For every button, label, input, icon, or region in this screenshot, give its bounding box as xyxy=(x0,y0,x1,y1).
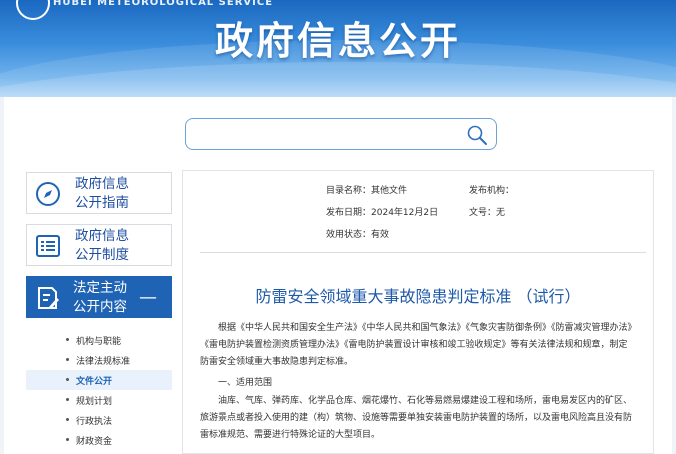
meta-docno: 文号：无 xyxy=(469,205,505,218)
document-title: 防雷安全领域重大事故隐患判定标准 （试行） xyxy=(255,287,581,306)
document-paragraph-scope: 油库、气库、弹药库、化学品仓库、烟花爆竹、石化等易燃易爆建设工程和场所，雷电易发… xyxy=(200,396,633,440)
sidebar-card-label-line1: 政府信息 xyxy=(75,176,129,192)
bullet-icon xyxy=(66,358,69,361)
meta-date: 发布日期：2024年12月2日 xyxy=(326,205,438,218)
bullet-icon xyxy=(66,438,69,441)
search-icon[interactable] xyxy=(466,124,488,146)
meta-date-value: 2024年12月2日 xyxy=(371,208,439,218)
meta-catalog-value: 其他文件 xyxy=(371,186,408,196)
meta-publisher: 发布机构： xyxy=(469,183,514,196)
sidebar-card-statutory-content[interactable]: 法定主动 公开内容 — xyxy=(26,276,172,318)
submenu-item[interactable]: 财政资金 xyxy=(26,430,172,450)
sidebar-card-label-line1: 政府信息 xyxy=(75,228,129,244)
sidebar-card-label-line1: 法定主动 xyxy=(73,280,127,296)
search-box xyxy=(185,118,497,150)
submenu-item-selected[interactable]: 文件公开 xyxy=(26,370,172,390)
submenu-item[interactable]: 机构与职能 xyxy=(26,330,172,350)
submenu-item[interactable]: 行政执法 xyxy=(26,410,172,430)
submenu-item-label: 机构与职能 xyxy=(76,337,122,347)
meta-catalog-label: 目录名称： xyxy=(326,186,372,196)
bullet-icon xyxy=(66,418,69,421)
compass-icon xyxy=(36,182,60,206)
banner-title: 政府信息公开 xyxy=(214,19,461,63)
submenu-item-label: 行政执法 xyxy=(76,417,113,427)
meta-status: 效用状态：有效 xyxy=(326,227,389,240)
submenu-item-label: 财政资金 xyxy=(76,437,113,447)
submenu-item[interactable]: 法律法规标准 xyxy=(26,350,172,370)
meta-status-value: 有效 xyxy=(371,230,390,240)
sidebar-card-system[interactable]: 政府信息 公开制度 xyxy=(26,224,172,266)
sidebar-card-label-line2: 公开指南 xyxy=(75,195,129,211)
submenu-item[interactable]: 规划计划 xyxy=(26,390,172,410)
meta-status-label: 效用状态： xyxy=(326,230,372,240)
collapse-icon[interactable]: — xyxy=(139,287,157,308)
submenu-item-label: 规划计划 xyxy=(76,397,113,407)
sidebar-submenu: 机构与职能 法律法规标准 文件公开 规划计划 行政执法 财政资金 xyxy=(26,320,172,454)
meta-docno-label: 文号： xyxy=(469,208,497,218)
sidebar-card-guide[interactable]: 政府信息 公开指南 xyxy=(26,172,172,214)
edit-document-icon xyxy=(38,287,59,309)
submenu-item-label: 文件公开 xyxy=(76,377,113,387)
meta-docno-value: 无 xyxy=(496,208,506,218)
bullet-icon xyxy=(66,378,69,381)
sidebar-card-label-line2: 公开内容 xyxy=(73,299,127,315)
list-document-icon xyxy=(36,235,60,257)
meta-publisher-label: 发布机构： xyxy=(469,186,515,196)
org-subtitle: HUBEI METEOROLOGICAL SERVICE xyxy=(53,0,274,8)
document-paragraph-intro: 根据《中华人民共和国安全生产法》《中华人民共和国气象法》《气象灾害防御条例》《防… xyxy=(200,323,633,367)
submenu-item-label: 法律法规标准 xyxy=(76,357,131,367)
meta-date-label: 发布日期： xyxy=(326,208,372,218)
sidebar-card-label-line2: 公开制度 xyxy=(75,247,129,263)
divider xyxy=(200,252,646,253)
document-section-heading: 一、适用范围 xyxy=(218,378,273,388)
bullet-icon xyxy=(66,398,69,401)
search-input[interactable] xyxy=(194,123,453,147)
header-banner: HUBEI METEOROLOGICAL SERVICE 政府信息公开 xyxy=(0,0,676,97)
bullet-icon xyxy=(66,338,69,341)
meta-catalog: 目录名称：其他文件 xyxy=(326,183,407,196)
